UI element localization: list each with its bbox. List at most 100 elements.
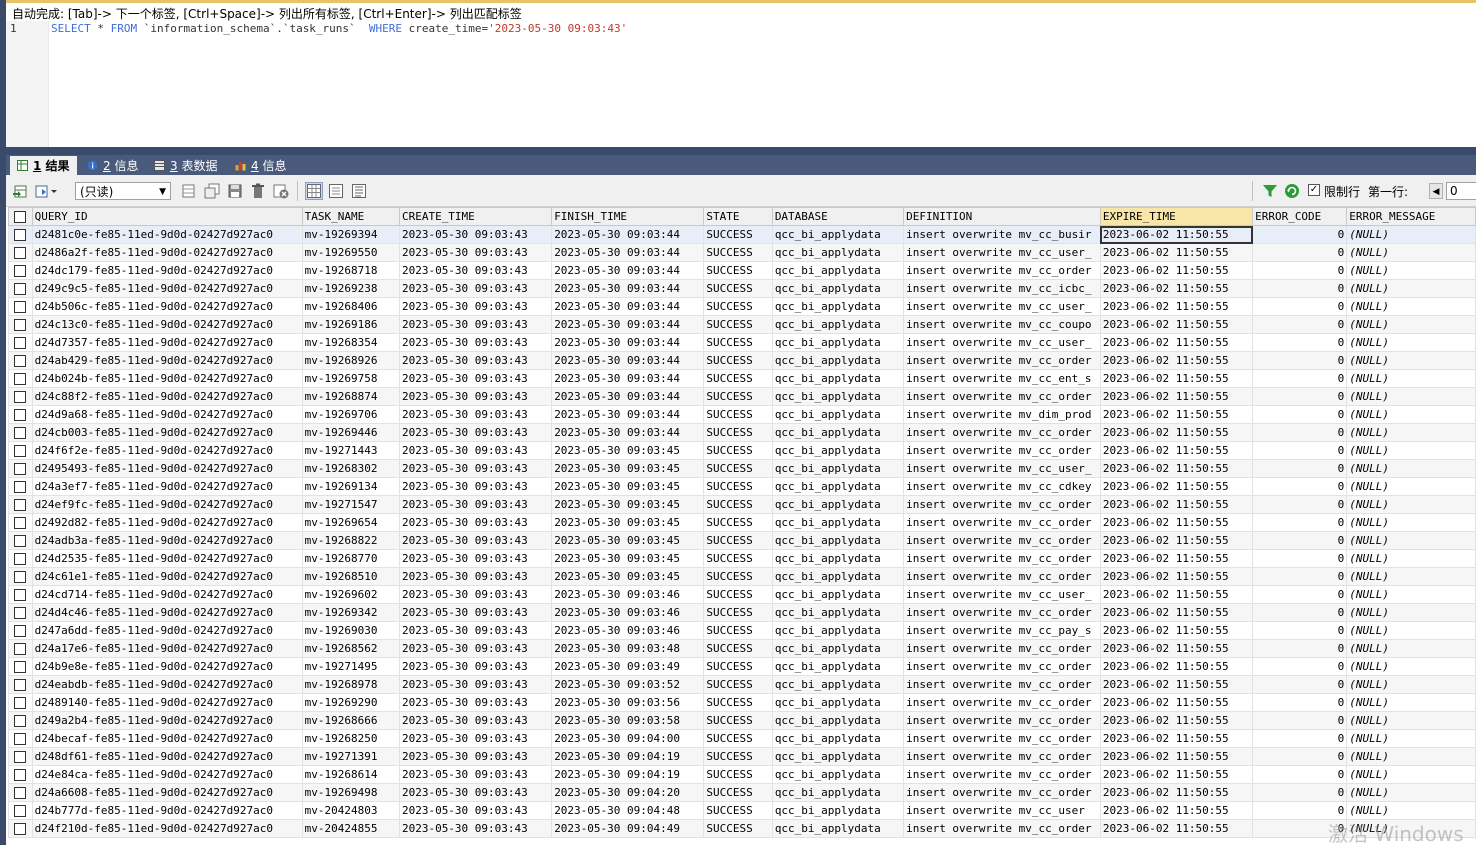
- cell-state[interactable]: SUCCESS: [703, 819, 773, 838]
- row-checkbox[interactable]: [8, 657, 33, 676]
- table-row[interactable]: d24c88f2-fe85-11ed-9d0d-02427d927ac0 mv-1…: [8, 387, 1476, 406]
- column-header-finish-time[interactable]: FINISH_TIME: [551, 207, 705, 226]
- cell-task-name[interactable]: mv-19269550: [301, 243, 400, 262]
- cell-expire-time[interactable]: 2023-06-02 11:50:55: [1099, 405, 1254, 424]
- cell-create-time[interactable]: 2023-05-30 09:03:43: [398, 459, 553, 478]
- cell-database[interactable]: qcc_bi_applydata: [771, 585, 905, 604]
- row-checkbox[interactable]: [8, 351, 33, 370]
- cell-query-id[interactable]: d24adb3a-fe85-11ed-9d0d-02427d927ac0: [31, 531, 303, 550]
- cell-definition[interactable]: insert overwrite mv_cc_order: [903, 441, 1101, 460]
- cell-finish-time[interactable]: 2023-05-30 09:03:44: [551, 225, 705, 244]
- cell-error-code[interactable]: 0: [1252, 567, 1348, 586]
- cell-query-id[interactable]: d2492d82-fe85-11ed-9d0d-02427d927ac0: [31, 513, 303, 532]
- cell-create-time[interactable]: 2023-05-30 09:03:43: [398, 351, 553, 370]
- row-checkbox[interactable]: [8, 531, 33, 550]
- cell-database[interactable]: qcc_bi_applydata: [771, 657, 905, 676]
- cell-error-code[interactable]: 0: [1252, 819, 1348, 838]
- cell-state[interactable]: SUCCESS: [703, 729, 773, 748]
- cell-expire-time[interactable]: 2023-06-02 11:50:55: [1099, 261, 1254, 280]
- first-row-input[interactable]: 0: [1446, 182, 1476, 200]
- cell-database[interactable]: qcc_bi_applydata: [771, 459, 905, 478]
- row-checkbox[interactable]: [8, 333, 33, 352]
- cell-task-name[interactable]: mv-19271495: [301, 657, 400, 676]
- sql-editor[interactable]: 自动完成: [Tab]-> 下一个标签, [Ctrl+Space]-> 列出所有…: [6, 3, 1476, 147]
- cell-definition[interactable]: insert overwrite mv_cc_order: [903, 513, 1101, 532]
- table-row[interactable]: d2481c0e-fe85-11ed-9d0d-02427d927ac0 mv-1…: [8, 225, 1476, 244]
- cell-task-name[interactable]: mv-19269602: [301, 585, 400, 604]
- cell-query-id[interactable]: d24c61e1-fe85-11ed-9d0d-02427d927ac0: [31, 567, 303, 586]
- cell-state[interactable]: SUCCESS: [703, 747, 773, 766]
- cell-error-code[interactable]: 0: [1252, 585, 1348, 604]
- column-header-query-id[interactable]: QUERY_ID: [31, 207, 303, 226]
- cell-error-message[interactable]: (NULL): [1346, 441, 1476, 460]
- cell-query-id[interactable]: d24becaf-fe85-11ed-9d0d-02427d927ac0: [31, 729, 303, 748]
- cell-error-code[interactable]: 0: [1252, 477, 1348, 496]
- cell-error-message[interactable]: (NULL): [1346, 531, 1476, 550]
- cell-finish-time[interactable]: 2023-05-30 09:04:19: [551, 747, 705, 766]
- cell-finish-time[interactable]: 2023-05-30 09:03:56: [551, 693, 705, 712]
- cell-error-message[interactable]: (NULL): [1346, 549, 1476, 568]
- cell-task-name[interactable]: mv-19269186: [301, 315, 400, 334]
- table-row[interactable]: d247a6dd-fe85-11ed-9d0d-02427d927ac0 mv-1…: [8, 621, 1476, 640]
- column-header-database[interactable]: DATABASE: [771, 207, 905, 226]
- tab-info-2[interactable]: 4 信息: [228, 156, 293, 175]
- import-dropdown-icon[interactable]: [34, 183, 57, 199]
- cell-database[interactable]: qcc_bi_applydata: [771, 405, 905, 424]
- cell-database[interactable]: qcc_bi_applydata: [771, 441, 905, 460]
- cell-definition[interactable]: insert overwrite mv_cc_order: [903, 495, 1101, 514]
- cell-error-code[interactable]: 0: [1252, 369, 1348, 388]
- cell-state[interactable]: SUCCESS: [703, 387, 773, 406]
- cell-task-name[interactable]: mv-19268666: [301, 711, 400, 730]
- cell-error-code[interactable]: 0: [1252, 495, 1348, 514]
- cell-error-message[interactable]: (NULL): [1346, 783, 1476, 802]
- tab-info[interactable]: 2 信息: [80, 156, 145, 175]
- cell-finish-time[interactable]: 2023-05-30 09:03:44: [551, 423, 705, 442]
- column-header-error-code[interactable]: ERROR_CODE: [1252, 207, 1348, 226]
- filter-icon[interactable]: [1262, 183, 1278, 199]
- cell-query-id[interactable]: d24ab429-fe85-11ed-9d0d-02427d927ac0: [31, 351, 303, 370]
- cell-error-message[interactable]: (NULL): [1346, 333, 1476, 352]
- sql-query-text[interactable]: SELECT * FROM `information_schema`.`task…: [51, 22, 627, 35]
- cell-definition[interactable]: insert overwrite mv_cc_order: [903, 765, 1101, 784]
- cell-query-id[interactable]: d24a6608-fe85-11ed-9d0d-02427d927ac0: [31, 783, 303, 802]
- cell-create-time[interactable]: 2023-05-30 09:03:43: [398, 729, 553, 748]
- cell-expire-time[interactable]: 2023-06-02 11:50:55: [1099, 531, 1254, 550]
- cell-state[interactable]: SUCCESS: [703, 279, 773, 298]
- save-icon[interactable]: [227, 183, 243, 199]
- cell-create-time[interactable]: 2023-05-30 09:03:43: [398, 819, 553, 838]
- cell-query-id[interactable]: d24a3ef7-fe85-11ed-9d0d-02427d927ac0: [31, 477, 303, 496]
- cell-create-time[interactable]: 2023-05-30 09:03:43: [398, 603, 553, 622]
- cell-finish-time[interactable]: 2023-05-30 09:03:58: [551, 711, 705, 730]
- row-checkbox[interactable]: [8, 693, 33, 712]
- cell-definition[interactable]: insert overwrite mv_cc_order: [903, 729, 1101, 748]
- cell-error-message[interactable]: (NULL): [1346, 351, 1476, 370]
- cell-expire-time[interactable]: 2023-06-02 11:50:55: [1099, 477, 1254, 496]
- cell-database[interactable]: qcc_bi_applydata: [771, 297, 905, 316]
- row-checkbox[interactable]: [8, 387, 33, 406]
- cell-query-id[interactable]: d24c13c0-fe85-11ed-9d0d-02427d927ac0: [31, 315, 303, 334]
- cell-state[interactable]: SUCCESS: [703, 315, 773, 334]
- cell-expire-time[interactable]: 2023-06-02 11:50:55: [1099, 639, 1254, 658]
- table-row[interactable]: d24a3ef7-fe85-11ed-9d0d-02427d927ac0 mv-1…: [8, 477, 1476, 496]
- cell-task-name[interactable]: mv-19269706: [301, 405, 400, 424]
- row-checkbox[interactable]: [8, 783, 33, 802]
- cell-expire-time[interactable]: 2023-06-02 11:50:55: [1099, 297, 1254, 316]
- cell-database[interactable]: qcc_bi_applydata: [771, 513, 905, 532]
- cell-error-message[interactable]: (NULL): [1346, 477, 1476, 496]
- cell-create-time[interactable]: 2023-05-30 09:03:43: [398, 477, 553, 496]
- cell-database[interactable]: qcc_bi_applydata: [771, 315, 905, 334]
- cell-query-id[interactable]: d248df61-fe85-11ed-9d0d-02427d927ac0: [31, 747, 303, 766]
- cell-create-time[interactable]: 2023-05-30 09:03:43: [398, 405, 553, 424]
- row-checkbox[interactable]: [8, 819, 33, 838]
- cell-create-time[interactable]: 2023-05-30 09:03:43: [398, 657, 553, 676]
- cell-error-code[interactable]: 0: [1252, 225, 1348, 244]
- cell-create-time[interactable]: 2023-05-30 09:03:43: [398, 693, 553, 712]
- table-row[interactable]: d24cd714-fe85-11ed-9d0d-02427d927ac0 mv-1…: [8, 585, 1476, 604]
- cell-error-message[interactable]: (NULL): [1346, 567, 1476, 586]
- table-row[interactable]: d248df61-fe85-11ed-9d0d-02427d927ac0 mv-1…: [8, 747, 1476, 766]
- cell-create-time[interactable]: 2023-05-30 09:03:43: [398, 243, 553, 262]
- cell-error-message[interactable]: (NULL): [1346, 819, 1476, 838]
- cell-definition[interactable]: insert overwrite mv_cc_user_: [903, 297, 1101, 316]
- cell-finish-time[interactable]: 2023-05-30 09:03:44: [551, 261, 705, 280]
- cell-error-message[interactable]: (NULL): [1346, 261, 1476, 280]
